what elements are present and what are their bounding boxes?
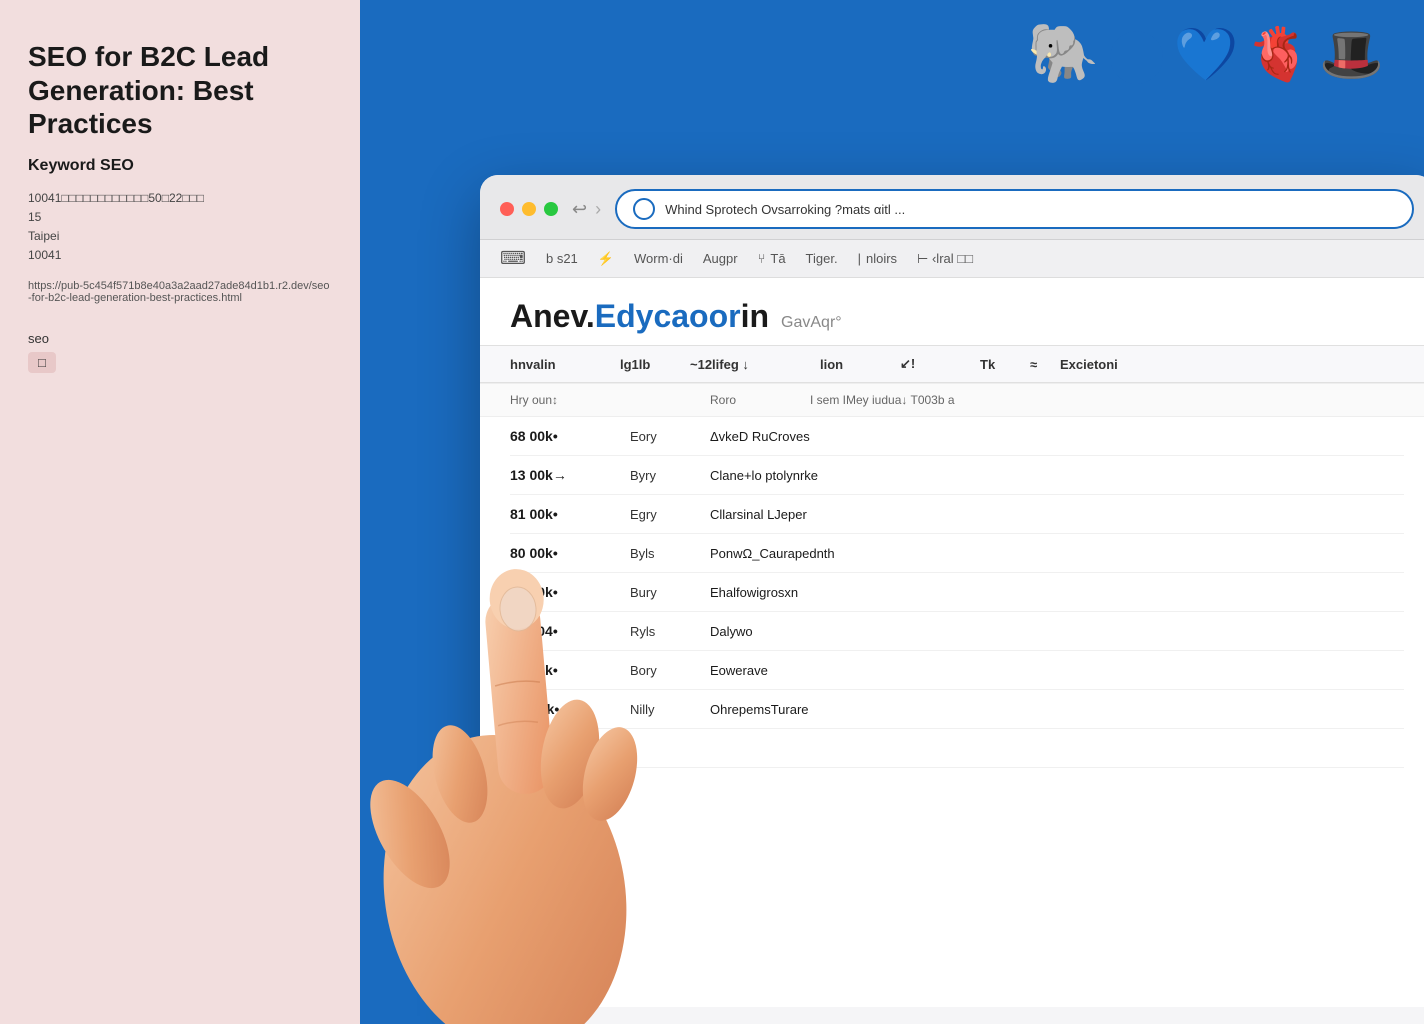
traffic-light-green[interactable] <box>544 202 558 216</box>
pipe-icon: | <box>858 251 861 266</box>
row-keyword-1: ΔvkeD RuCroves <box>710 429 1404 444</box>
toolbar-label-bs21: b s21 <box>546 251 578 266</box>
toolbar-label-ta: Tā <box>770 251 785 266</box>
page-subtitle: GavAqr° <box>781 314 842 332</box>
page-title-part2: Edycaoor <box>595 298 741 335</box>
toolbar-item-lral[interactable]: ⊢ ‹lral □□ <box>917 251 973 267</box>
forward-icon[interactable]: › <box>595 199 601 220</box>
toolbar-item-worm[interactable]: Worm·di <box>634 251 683 266</box>
row-keyword-7: Eowerave <box>710 663 1404 678</box>
toolbar-item-ta[interactable]: ⑂ Tā <box>758 251 786 266</box>
toolbar-label-tiger: Tiger. <box>806 251 838 266</box>
meta-line4: 10041 <box>28 248 61 262</box>
col-header-8: ≈ <box>1030 357 1060 372</box>
hand-overlay <box>360 394 680 1024</box>
toolbar-item-keyboard[interactable]: ⌨ <box>500 248 526 269</box>
page-header: Anev. Edycaoor in GavAqr° <box>480 278 1424 345</box>
main-content: 🐘 ⬤ 💙 🫀 🎩 ↩ › Whind Sprotech Ovsarroking… <box>360 0 1424 1024</box>
traffic-lights <box>500 202 558 216</box>
browser-toolbar: ⌨ b s21 ⚡ Worm·di Augpr ⑂ Tā Tiger. | <box>480 240 1424 278</box>
row-keyword-4: PonwΩ_Caurapednth <box>710 546 1404 561</box>
table-header: hnvalin lg1lb ~12lifeg ↓ lion ↙! Tk ≈ Ex… <box>480 345 1424 383</box>
meta-line1: 10041□□□□□□□□□□□□50□22□□□ <box>28 191 204 205</box>
toolbar-label-nloirs: nloirs <box>866 251 897 266</box>
row-keyword-3: Cllarsinal LJeper <box>710 507 1404 522</box>
page-title: SEO for B2C Lead Generation: Best Practi… <box>28 40 332 141</box>
row-keyword-2: Clane+lo ptolynrke <box>710 468 1404 483</box>
traffic-light-yellow[interactable] <box>522 202 536 216</box>
browser-circle-icon <box>633 198 655 220</box>
sidebar-tag-box: □ <box>28 352 56 373</box>
browser-nav: ↩ › <box>572 199 601 220</box>
fork-icon: ⑂ <box>758 251 766 266</box>
elephant-icon: 🐘 <box>1027 20 1099 88</box>
col-header-1: hnvalin <box>510 357 620 372</box>
col-header-4: lion <box>820 357 900 372</box>
toolbar-item-b-s21[interactable]: b s21 <box>546 251 578 266</box>
toolbar-item-nloirs[interactable]: | nloirs <box>858 251 897 266</box>
sidebar-meta: 10041□□□□□□□□□□□□50□22□□□ 15 Taipei 1004… <box>28 189 332 266</box>
toolbar-label-augpr: Augpr <box>703 251 738 266</box>
address-text: Whind Sprotech Ovsarroking ?mats αitl ..… <box>665 202 1396 217</box>
row-keyword-6: Dalywo <box>710 624 1404 639</box>
col-header-7: Tk <box>980 357 1030 372</box>
traffic-light-red[interactable] <box>500 202 514 216</box>
sidebar-url: https://pub-5c454f571b8e40a3a2aad27ade84… <box>28 280 332 304</box>
toolbar-item-tiger[interactable]: Tiger. <box>806 251 838 266</box>
subheader-col3: I sem IMey iudua↓ T003b a <box>810 393 1404 407</box>
toolbar-item-augpr[interactable]: Augpr <box>703 251 738 266</box>
sidebar-tag: seo <box>28 331 49 346</box>
col-header-5: ↙! <box>900 356 950 372</box>
subheader-col2: Roro <box>710 393 790 407</box>
page-title-part1: Anev. <box>510 298 595 335</box>
top-icons-area: 🐘 ⬤ 💙 🫀 🎩 <box>1027 20 1384 88</box>
row-keyword-8: OhrepemsTurare <box>710 702 1404 717</box>
col-header-2: lg1lb <box>620 357 690 372</box>
lightning-icon: ⚡ <box>598 251 614 267</box>
col-header-3[interactable]: ~12lifeg ↓ <box>690 357 820 372</box>
toolbar-label-lral: ⊢ ‹lral □□ <box>917 251 973 267</box>
keyword-seo-label: Keyword SEO <box>28 157 332 175</box>
page-title-part3: in <box>741 298 769 335</box>
meta-line3: Taipei <box>28 229 59 243</box>
toolbar-label-worm: Worm·di <box>634 251 683 266</box>
meta-line2: 15 <box>28 210 41 224</box>
blue-circle-icon: ⬤ <box>1108 24 1166 84</box>
browser-chrome: ↩ › Whind Sprotech Ovsarroking ?mats αit… <box>480 175 1424 240</box>
heart-icon: 💙 <box>1174 24 1239 85</box>
emoji-icon: 🫀 <box>1247 24 1312 85</box>
col-header-9: Excietoni <box>1060 357 1404 372</box>
row-keyword-5: Ehalfowigrosxn <box>710 585 1404 600</box>
keyboard-icon: ⌨ <box>500 248 526 269</box>
hat-icon: 🎩 <box>1319 24 1384 85</box>
address-bar[interactable]: Whind Sprotech Ovsarroking ?mats αitl ..… <box>615 189 1414 229</box>
back-icon[interactable]: ↩ <box>572 199 587 220</box>
toolbar-item-lightning[interactable]: ⚡ <box>598 251 614 267</box>
sidebar: SEO for B2C Lead Generation: Best Practi… <box>0 0 360 1024</box>
